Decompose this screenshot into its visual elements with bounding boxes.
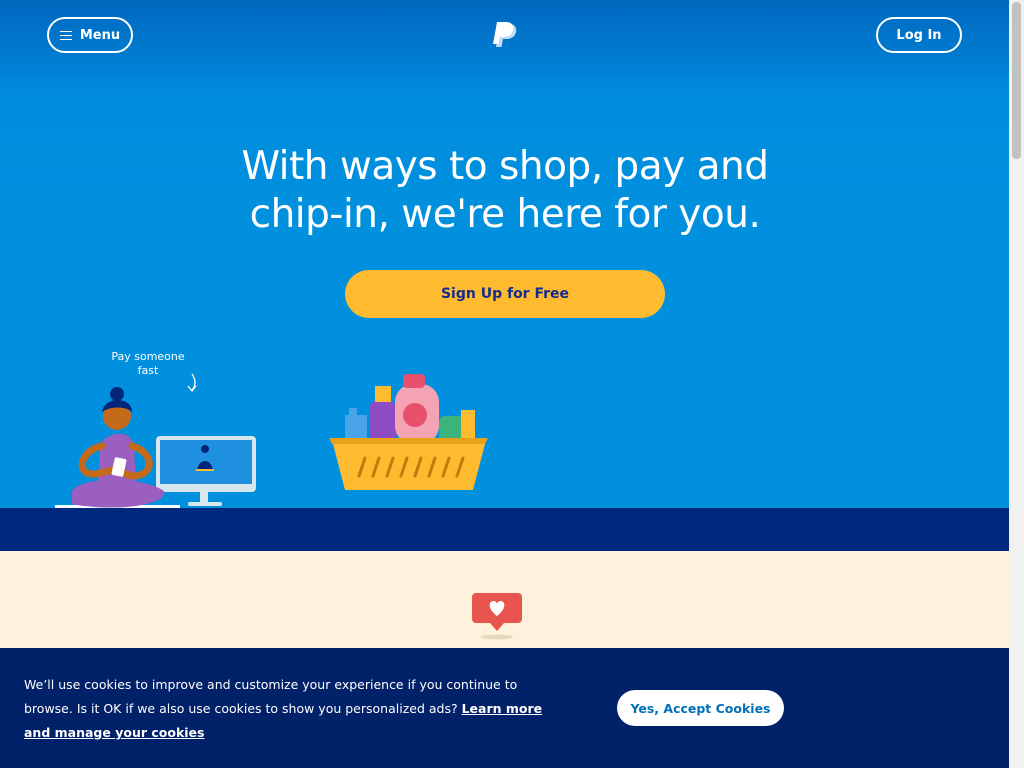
- paypal-logo-icon[interactable]: [489, 20, 521, 52]
- scrollbar-thumb[interactable]: [1012, 2, 1021, 159]
- login-button[interactable]: Log In: [876, 17, 962, 53]
- person-paying-illustration: [55, 373, 256, 508]
- menu-label: Menu: [79, 27, 121, 43]
- signup-button[interactable]: Sign Up for Free: [345, 270, 665, 318]
- heart-message-icon: [472, 593, 522, 640]
- hero-section: Menu Log In With ways to shop, pay and c…: [0, 0, 1009, 508]
- login-label: Log In: [896, 27, 942, 43]
- shopping-basket-illustration: [329, 374, 488, 490]
- cookie-message: We’ll use cookies to improve and customi…: [24, 673, 564, 745]
- hamburger-icon: [59, 30, 72, 40]
- signup-label: Sign Up for Free: [440, 286, 570, 302]
- accept-cookies-button[interactable]: Yes, Accept Cookies: [617, 690, 784, 726]
- menu-button[interactable]: Menu: [47, 17, 133, 53]
- cookie-text: We’ll use cookies to improve and customi…: [24, 677, 518, 716]
- navy-divider-band: [0, 508, 1009, 551]
- cookie-banner: We’ll use cookies to improve and customi…: [0, 648, 1009, 768]
- hero-title: With ways to shop, pay and chip-in, we'r…: [241, 144, 769, 237]
- accept-cookies-label: Yes, Accept Cookies: [630, 700, 771, 716]
- page: Menu Log In With ways to shop, pay and c…: [0, 0, 1009, 768]
